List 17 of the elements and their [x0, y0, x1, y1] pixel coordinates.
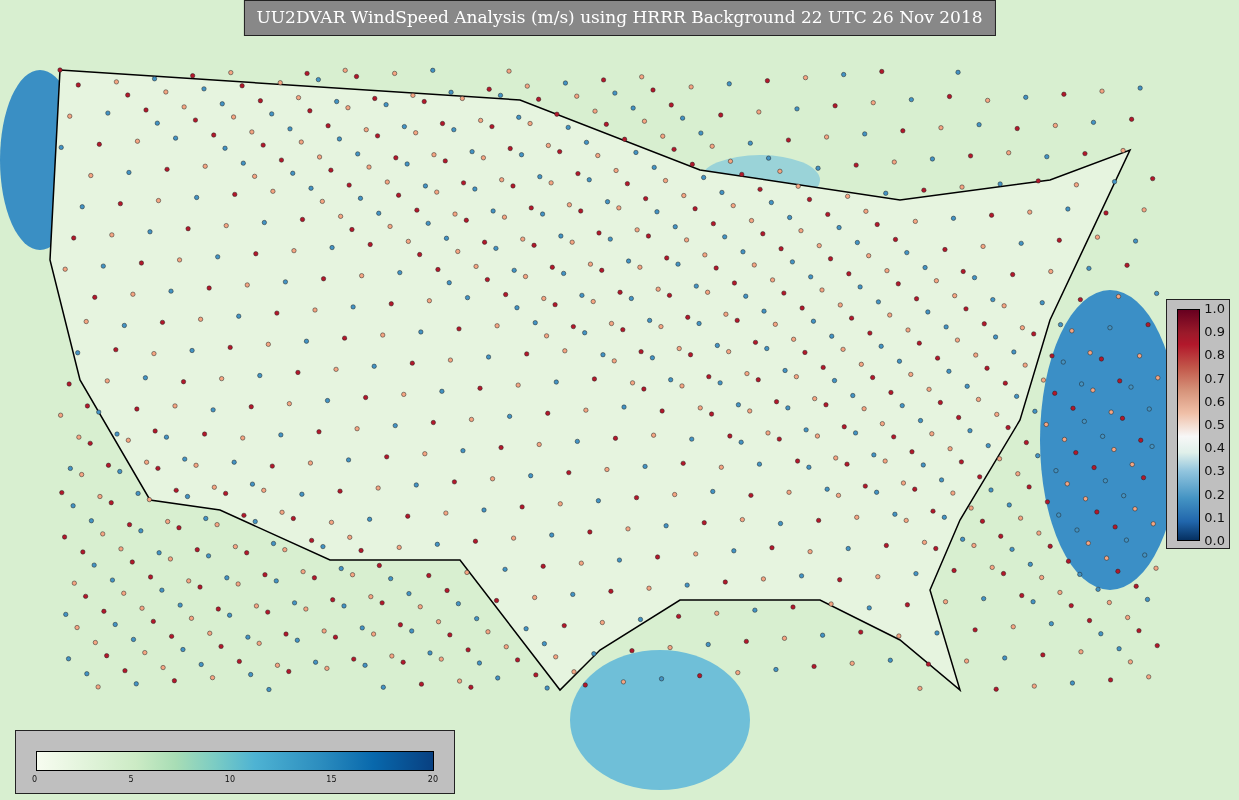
colorbar-tick-label: 1.0 — [1204, 301, 1225, 317]
colorbar-tick-label: 0.4 — [1204, 440, 1225, 457]
colorbar-tick-label: 0.0 — [1204, 532, 1225, 549]
colorbar-tick-label: 0.8 — [1204, 347, 1225, 364]
colorbar-tick-label: 0.2 — [1204, 486, 1225, 503]
colorbar-tick-label: 5 — [128, 775, 134, 784]
colorbar-tick-label: 0.9 — [1204, 324, 1225, 341]
map-title: UU2DVAR WindSpeed Analysis (m/s) using HRRR Background 22 UTC 26 Nov 2018 — [243, 0, 996, 36]
colorbar-tick-label: 0 — [32, 775, 38, 784]
colorbar-tick-label: 15 — [326, 775, 337, 784]
colorbar-tick-label: 10 — [224, 775, 235, 784]
colorbar-tick-label: 0.6 — [1204, 393, 1225, 410]
colorbar-tick-label: 0.7 — [1204, 370, 1225, 387]
colorbar-tick-label: 0.3 — [1204, 463, 1225, 480]
colorbar-tick-label: 0.1 — [1204, 509, 1225, 526]
colorbar-tick-label: 0.5 — [1204, 416, 1225, 433]
colorbar-tick-label: 20 — [427, 775, 438, 784]
